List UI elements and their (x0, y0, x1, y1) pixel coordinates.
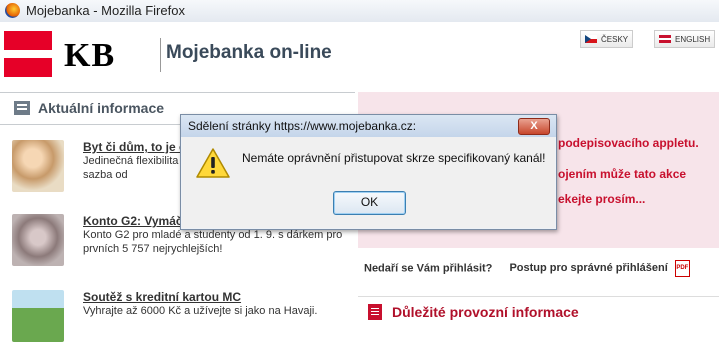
dialog-titlebar[interactable]: Sdělení stránky https://www.mojebanka.cz… (181, 115, 556, 137)
news-thumbnail (12, 140, 64, 192)
window-title: Mojebanka - Mozilla Firefox (26, 3, 185, 18)
lang-english-label: ENGLISH (675, 34, 711, 44)
lang-english-button[interactable]: ENGLISH (654, 30, 716, 48)
lang-czech-label: ČESKY (601, 34, 629, 44)
uk-flag-icon (659, 35, 671, 43)
news-title-link[interactable]: Konto G2: Vymáčk (83, 214, 189, 228)
news-title-link[interactable]: Byt či dům, to je o (83, 140, 186, 154)
news-title-link[interactable]: Soutěž s kreditní kartou MC (83, 290, 241, 304)
pdf-icon[interactable]: PDF (674, 260, 690, 277)
dialog-title: Sdělení stránky https://www.mojebanka.cz… (188, 119, 417, 133)
news-text: Vyhrajte až 6000 Kč a užívejte si jako n… (83, 305, 318, 317)
kb-logo-text: KB (64, 37, 116, 74)
document-icon (368, 304, 382, 320)
alert-dialog: Sdělení stránky https://www.mojebanka.cz… (180, 114, 557, 230)
status-line: ekejte prosím... (558, 192, 646, 206)
login-procedure-link[interactable]: Postup pro správné přihlášení (509, 262, 667, 274)
important-info-label: Důležité provozní informace (392, 304, 579, 320)
news-section-title: Aktuální informace (14, 100, 164, 116)
help-links: Nedaří se Vám přihlásit? Postup pro sprá… (364, 260, 690, 277)
status-line: ojením může tato akce (558, 167, 687, 181)
news-icon (14, 101, 30, 115)
news-thumbnail (12, 214, 64, 266)
important-info-heading[interactable]: Důležité provozní informace (368, 304, 579, 320)
status-line: podepisovacího appletu. (558, 136, 699, 150)
divider (0, 92, 355, 93)
window-titlebar: Mojebanka - Mozilla Firefox (0, 0, 719, 23)
kb-logo-mark (4, 31, 52, 77)
header-divider (160, 38, 161, 72)
page-brand-title: Mojebanka on-line (166, 42, 332, 63)
dialog-message: Nemáte oprávnění přistupovat skrze speci… (242, 151, 546, 165)
ok-button[interactable]: OK (333, 191, 406, 215)
divider (358, 296, 719, 297)
dialog-body: Nemáte oprávnění přistupovat skrze speci… (182, 137, 555, 228)
login-help-link[interactable]: Nedaří se Vám přihlásit? (364, 262, 492, 274)
news-thumbnail (12, 290, 64, 342)
news-section-label: Aktuální informace (38, 100, 165, 116)
czech-flag-icon (585, 35, 597, 43)
dialog-close-button[interactable]: X (518, 118, 550, 135)
warning-icon (196, 148, 230, 178)
lang-czech-button[interactable]: ČESKY (580, 30, 634, 48)
news-text: Konto G2 pro mladé a studenty od 1. 9. s… (83, 229, 343, 255)
firefox-icon (5, 3, 20, 18)
